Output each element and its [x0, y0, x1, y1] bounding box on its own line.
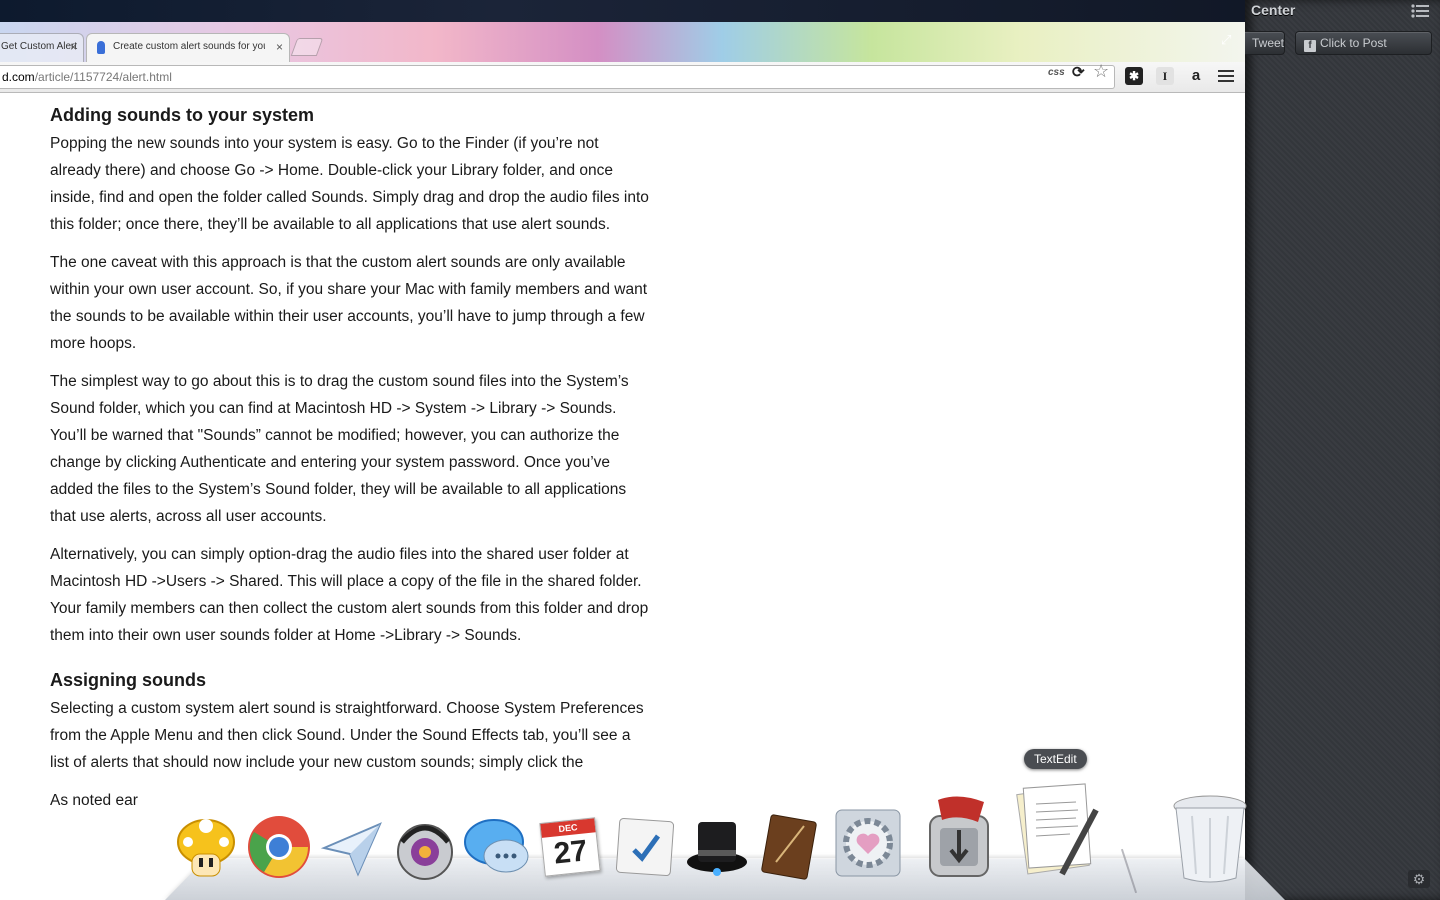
url-path: /article/1157724/alert.html — [34, 70, 172, 84]
paragraph: Alternatively, you can simply option-dra… — [50, 546, 649, 644]
tab-strip: Get Custom Alert × Create custom alert s… — [0, 22, 1245, 62]
calendar-day: 27 — [552, 834, 589, 871]
address-bar[interactable]: d.com/article/1157724/alert.html — [0, 65, 1115, 89]
close-icon[interactable]: × — [70, 34, 77, 60]
close-icon[interactable]: × — [276, 34, 283, 60]
tweet-button[interactable]: Tweet — [1241, 31, 1285, 55]
paragraph: Popping the new sounds into your system … — [50, 135, 649, 233]
system-preferences-icon[interactable] — [832, 806, 904, 880]
paragraph: The one caveat with this approach is tha… — [50, 254, 648, 352]
tab-get-custom-alert[interactable]: Get Custom Alert × — [0, 33, 84, 62]
amazon-icon[interactable]: a — [1187, 67, 1205, 85]
gear-icon[interactable]: ⚙ — [1408, 870, 1430, 888]
alfred-icon[interactable] — [684, 812, 750, 882]
chrome-icon[interactable] — [246, 814, 312, 880]
messages-icon[interactable] — [462, 814, 532, 880]
notebook-icon[interactable] — [756, 812, 822, 882]
instapaper-icon[interactable]: I — [1156, 67, 1174, 85]
facebook-post-button[interactable]: f Click to Post — [1295, 31, 1432, 55]
fullscreen-icon[interactable]: ⤢ — [1221, 32, 1237, 48]
itunes-icon[interactable] — [392, 812, 458, 882]
dock-tooltip: TextEdit — [1024, 749, 1087, 769]
tab-label: Create custom alert sounds for your Mac — [113, 41, 265, 52]
facebook-icon: f — [1304, 40, 1316, 52]
desktop-background — [0, 0, 1245, 22]
calendar-page: DEC 27 — [539, 817, 601, 877]
calendar-icon[interactable]: DEC 27 — [539, 816, 602, 877]
puzzle-ext-icon[interactable]: ✱ — [1125, 67, 1143, 85]
tab-create-custom-alert[interactable]: Create custom alert sounds for your Mac … — [86, 33, 290, 62]
menu-icon[interactable] — [1218, 67, 1234, 85]
section-heading: Adding sounds to your system — [50, 105, 315, 125]
section-heading: Assigning sounds — [50, 670, 207, 690]
article-body: Adding sounds to your system Popping the… — [50, 102, 650, 825]
url-host: d.com — [2, 70, 35, 84]
bookmark-star-icon[interactable]: ☆ — [1093, 62, 1109, 80]
paragraph: As noted ear — [50, 792, 138, 809]
reminders-icon[interactable] — [612, 812, 678, 882]
notification-center: Center Tweet f Click to Post ⚙ — [1241, 0, 1440, 900]
refresh-icon[interactable]: ⟳ — [1072, 65, 1085, 81]
nc-title: Center — [1251, 2, 1296, 18]
textedit-icon[interactable] — [1010, 780, 1106, 880]
paragraph: The simplest way to go about this is to … — [50, 373, 629, 525]
css-icon[interactable]: css — [1048, 65, 1065, 81]
favicon-icon — [97, 41, 105, 54]
tab-label: Get Custom Alert — [1, 41, 78, 52]
trash-icon[interactable] — [1170, 792, 1250, 884]
list-icon[interactable] — [1410, 3, 1430, 19]
new-tab-button[interactable] — [290, 38, 324, 56]
mail-send-icon[interactable] — [320, 818, 384, 878]
tweet-label: Tweet — [1252, 36, 1285, 50]
post-label: Click to Post — [1320, 36, 1387, 50]
mushroom-app-icon[interactable] — [176, 812, 236, 882]
browser-toolbar: d.com/article/1157724/alert.html css ⟳ ☆… — [0, 62, 1245, 93]
transmit-icon[interactable] — [918, 788, 1000, 882]
paragraph: Selecting a custom system alert sound is… — [50, 700, 644, 771]
